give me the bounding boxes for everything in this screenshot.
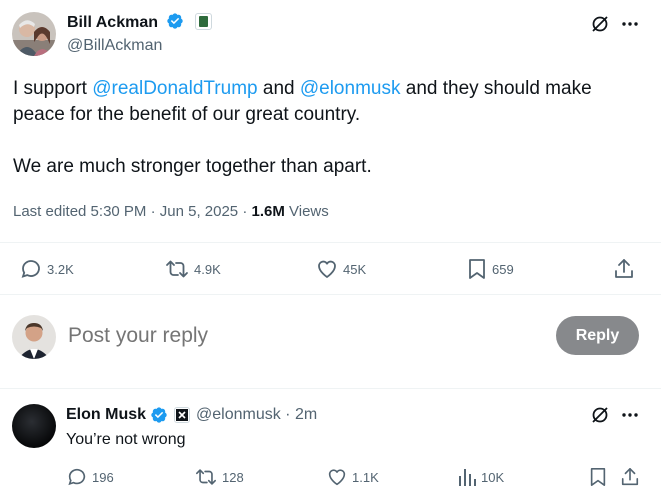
- tweet-text-part: I support: [13, 78, 93, 99]
- like-count: 1.1K: [352, 469, 379, 485]
- tweet-line-2: peace for the benefit of our great count…: [13, 104, 361, 125]
- reply-author-avatar[interactable]: [12, 404, 56, 448]
- bookmark-icon: [590, 468, 606, 486]
- reply-count: 196: [92, 469, 114, 485]
- analytics-icon: [459, 469, 476, 486]
- bookmark-count: 659: [492, 261, 514, 277]
- divider: [0, 242, 661, 243]
- bookmark-action[interactable]: 659: [466, 257, 514, 281]
- bookmark-action[interactable]: [588, 465, 608, 489]
- user-avatar[interactable]: [12, 315, 56, 359]
- repost-icon: [166, 260, 188, 278]
- tweet-meta: Last edited 5:30 PM · Jun 5, 2025 · 1.6M…: [13, 202, 329, 222]
- more-options-icon[interactable]: [619, 13, 641, 35]
- repost-icon: [196, 469, 216, 485]
- divider: [0, 388, 661, 389]
- heart-icon: [328, 469, 346, 486]
- share-action[interactable]: [620, 465, 640, 489]
- reply-action[interactable]: 196: [66, 465, 114, 489]
- tweet-timestamp[interactable]: Last edited 5:30 PM · Jun 5, 2025 ·: [13, 203, 251, 220]
- views-count: 10K: [481, 469, 505, 485]
- reply-button[interactable]: Reply: [556, 316, 639, 355]
- views-count: 1.6M: [251, 203, 285, 220]
- reply-text: You’re not wrong: [66, 431, 186, 448]
- author-avatar[interactable]: [12, 12, 56, 56]
- reply-action[interactable]: 3.2K: [19, 257, 74, 281]
- heart-icon: [318, 260, 336, 278]
- author-handle[interactable]: @BillAckman: [67, 36, 162, 56]
- mention-link-elonmusk[interactable]: @elonmusk: [300, 78, 401, 99]
- reply-author-name[interactable]: Elon Musk: [66, 405, 146, 425]
- views-action[interactable]: 10K: [457, 465, 504, 489]
- reply-count: 3.2K: [47, 261, 74, 277]
- like-action[interactable]: 45K: [315, 257, 366, 281]
- repost-action[interactable]: 128: [194, 465, 244, 489]
- like-count: 45K: [343, 261, 367, 277]
- like-action[interactable]: 1.1K: [326, 465, 379, 489]
- repost-count: 128: [222, 469, 244, 485]
- repost-action[interactable]: 4.9K: [164, 257, 221, 281]
- author-name-row[interactable]: Bill Ackman: [67, 12, 212, 33]
- more-options-icon[interactable]: [619, 404, 641, 426]
- grok-icon[interactable]: [589, 13, 611, 35]
- repost-count: 4.9K: [194, 261, 221, 277]
- x-affiliate-icon[interactable]: [174, 407, 191, 423]
- share-icon: [621, 468, 639, 486]
- share-icon: [615, 259, 633, 278]
- reply-input[interactable]: [68, 322, 538, 350]
- reply-author-row: Elon Musk @elonmusk · 2m: [66, 405, 317, 425]
- tweet-line-1: I support @realDonaldTrump and @elonmusk…: [13, 76, 643, 102]
- verified-badge-icon: [167, 13, 184, 29]
- divider: [0, 294, 661, 295]
- affiliate-badge-icon[interactable]: [194, 13, 212, 30]
- mention-link-realdonaldtrump[interactable]: @realDonaldTrump: [92, 78, 257, 99]
- tweet-text-part: and: [257, 78, 300, 99]
- reply-author-handle[interactable]: @elonmusk · 2m: [196, 405, 317, 425]
- author-name[interactable]: Bill Ackman: [67, 14, 158, 31]
- share-action[interactable]: [613, 257, 635, 281]
- views-label: Views: [284, 203, 329, 220]
- reply-icon: [68, 468, 86, 486]
- verified-badge-icon: [151, 407, 167, 423]
- grok-icon[interactable]: [589, 404, 611, 426]
- tweet-text: I support @realDonaldTrump and @elonmusk…: [13, 76, 643, 180]
- tweet-paragraph-2: We are much stronger together than apart…: [13, 156, 372, 177]
- tweet-text-part: and they should make: [400, 78, 592, 99]
- reply-icon: [21, 260, 40, 278]
- bookmark-icon: [469, 259, 485, 279]
